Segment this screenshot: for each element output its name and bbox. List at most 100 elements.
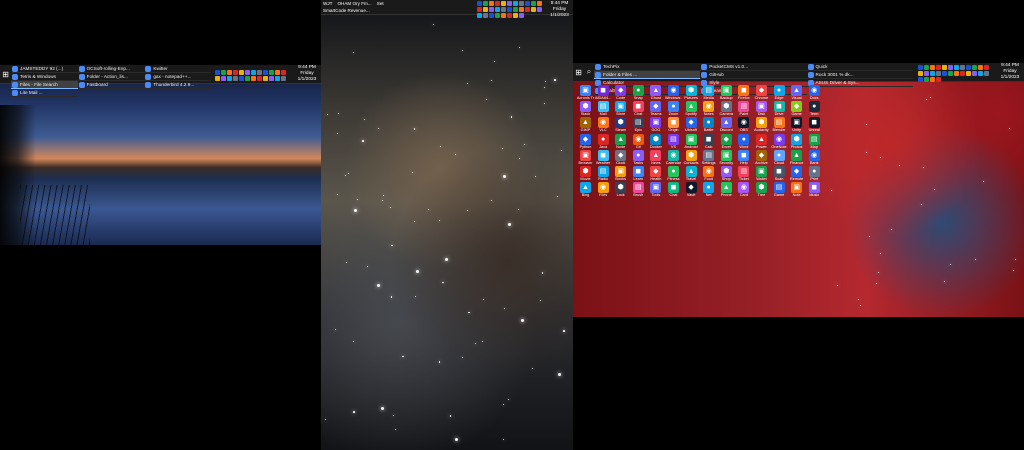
right-tray-icon-9[interactable] [972,65,977,70]
right-taskbar-item-0[interactable]: TechPix [594,63,700,71]
middle-clock[interactable]: 9:44 PM Friday 1/1/2023 [547,1,572,19]
desktop-shortcut[interactable]: ▤ VS [665,133,683,149]
middle-tray-icon-5[interactable] [507,1,512,6]
desktop-shortcut[interactable]: ▤ Blender [771,116,789,132]
desktop-shortcut[interactable]: ● Tasks [630,149,648,165]
right-tray-icon-19[interactable] [960,71,965,76]
right-tray-icon-16[interactable] [942,71,947,76]
left-taskbar-item-8[interactable]: Thunderbird 4.2.9... [144,81,211,89]
desktop-shortcut[interactable]: ◉ Docs [806,84,824,100]
desktop-shortcut[interactable]: ◼ Firefox [735,84,753,100]
left-tray-icon-3[interactable] [233,70,238,75]
desktop-shortcut[interactable]: ● Term [806,100,824,116]
desktop-shortcut[interactable]: ◼ Weather [595,149,613,165]
desktop-shortcut[interactable]: ▤ Radio [595,165,613,181]
middle-tray-icon-7[interactable] [519,1,524,6]
middle-tray-icon-23[interactable] [483,13,488,18]
left-tray-icon-2[interactable] [227,70,232,75]
desktop-shortcut[interactable]: ▲ Finance [788,149,806,165]
middle-tray-icon-28[interactable] [513,13,518,18]
desktop-shortcut[interactable]: ▲ Ghost [647,84,665,100]
desktop-shortcut[interactable]: ▲ News [647,149,665,165]
desktop-shortcut[interactable]: ◼ Help [735,149,753,165]
desktop-shortcut[interactable]: ▤ Brush [630,181,648,197]
left-tray-icon-6[interactable] [251,70,256,75]
right-tray-icon-2[interactable] [930,65,935,70]
middle-tray-icon-20[interactable] [531,7,536,12]
desktop-shortcut[interactable]: ◼ Unreal [806,116,824,132]
desktop-shortcut[interactable]: ▣ Android [683,133,701,149]
desktop-shortcut[interactable]: ◆ Vault [683,181,701,197]
left-tray-icon-1[interactable] [221,70,226,75]
left-taskbar-item-5[interactable]: gax - notepad++... [144,73,211,81]
desktop-shortcut[interactable]: ▤ Media [700,84,718,100]
desktop-shortcut[interactable]: ◼ Calc [700,133,718,149]
desktop-shortcut[interactable]: ▣ GOG [647,116,665,132]
desktop-shortcut[interactable]: ◆ Teams [647,100,665,116]
desktop-shortcut[interactable]: ▤ Paint [735,100,753,116]
desktop-shortcut[interactable]: ◼ Drive [771,100,789,116]
right-taskbar-item-4[interactable]: GitHub [700,71,806,79]
left-tray-icon-8[interactable] [263,70,268,75]
desktop-shortcut[interactable]: ◆ Python [577,133,595,149]
left-tray-icon-13[interactable] [221,76,226,81]
right-tray-icon-1[interactable] [924,65,929,70]
desktop-shortcut[interactable]: ◆ Archive [753,149,771,165]
middle-tray-icon-25[interactable] [495,13,500,18]
desktop-shortcut[interactable]: ▣ Wallet [753,165,771,181]
left-tray-icon-15[interactable] [233,76,238,81]
desktop-shortcut[interactable]: ◉ Notes [700,100,718,116]
right-taskbar-item-3[interactable]: Folder & Files ... [594,71,700,79]
middle-tray-icon-26[interactable] [501,13,506,18]
desktop-shortcut[interactable]: ▤ Epic [630,116,648,132]
middle-tray-icon-27[interactable] [507,13,512,18]
left-tray-icon-19[interactable] [257,76,262,81]
left-tray-icon-5[interactable] [245,70,250,75]
desktop-shortcut[interactable]: ▲ Travel [683,165,701,181]
desktop-shortcut[interactable]: ● Zoom [665,100,683,116]
right-tray-icon-8[interactable] [966,65,971,70]
desktop-shortcut[interactable]: ● Print [806,165,824,181]
desktop-shortcut[interactable]: ◉Windows 10 [665,84,683,100]
middle-task-wjt[interactable]: WJT [323,1,332,6]
left-tray-icon-9[interactable] [269,70,274,75]
desktop-shortcut[interactable]: ◉ Bank [806,149,824,165]
left-tray-icon-11[interactable] [281,70,286,75]
middle-tray-icon-0[interactable] [477,1,482,6]
right-tray-icon-7[interactable] [960,65,965,70]
desktop-shortcut[interactable]: ● Word [735,133,753,149]
desktop-shortcut[interactable]: ▣ Tools [647,181,665,197]
middle-task-set[interactable]: Set [377,1,384,6]
right-tray-icon-11[interactable] [984,65,989,70]
desktop-shortcut[interactable]: ◆ Chrome [753,84,771,100]
desktop-shortcut[interactable]: ⬢ Pictures [683,84,701,100]
desktop-shortcut[interactable]: ◼ Learn [630,165,648,181]
middle-tray-icon-12[interactable] [483,7,488,12]
left-taskbar-item-2[interactable]: Kwitter [144,65,211,73]
left-tray-icon-7[interactable] [257,70,262,75]
middle-tray-icon-14[interactable] [495,7,500,12]
desktop-shortcut[interactable]: ⬢ Audacity [753,116,771,132]
middle-tray-icon-17[interactable] [513,7,518,12]
desktop-shortcut[interactable]: ▣ Browser [577,149,595,165]
middle-tray-icon-8[interactable] [525,1,530,6]
desktop-shortcut[interactable]: ▲ Visual [788,84,806,100]
middle-tray-icon-16[interactable] [507,7,512,12]
left-tray-icon-0[interactable] [215,70,220,75]
desktop-shortcut[interactable]: ▣ Backup [718,84,736,100]
left-taskbar-item-4[interactable]: Folder - Action_lis... [78,73,145,81]
desktop-shortcut[interactable]: ◆ Clock [612,149,630,165]
desktop-shortcut[interactable]: ⬢ Steam [612,116,630,132]
right-tray-icon-13[interactable] [924,71,929,76]
left-tray-icon-12[interactable] [215,76,220,81]
desktop-shortcut[interactable]: ● Fitness [665,165,683,181]
right-tray-icon-5[interactable] [948,65,953,70]
right-tray-icon-3[interactable] [936,65,941,70]
desktop-shortcut[interactable]: ◼ Origin [665,116,683,132]
right-tray-icon-25[interactable] [924,77,929,82]
right-taskbar-item-1[interactable]: PocketCMS v1.0... [700,63,806,71]
desktop-shortcut[interactable]: ▣ Security [718,149,736,165]
left-taskbar-item-9[interactable]: Lite Mail ... [11,89,78,97]
desktop-shortcut[interactable]: ◆ Excel [718,133,736,149]
middle-task-smartcode[interactable]: SmartCode Revenue... [323,8,370,13]
